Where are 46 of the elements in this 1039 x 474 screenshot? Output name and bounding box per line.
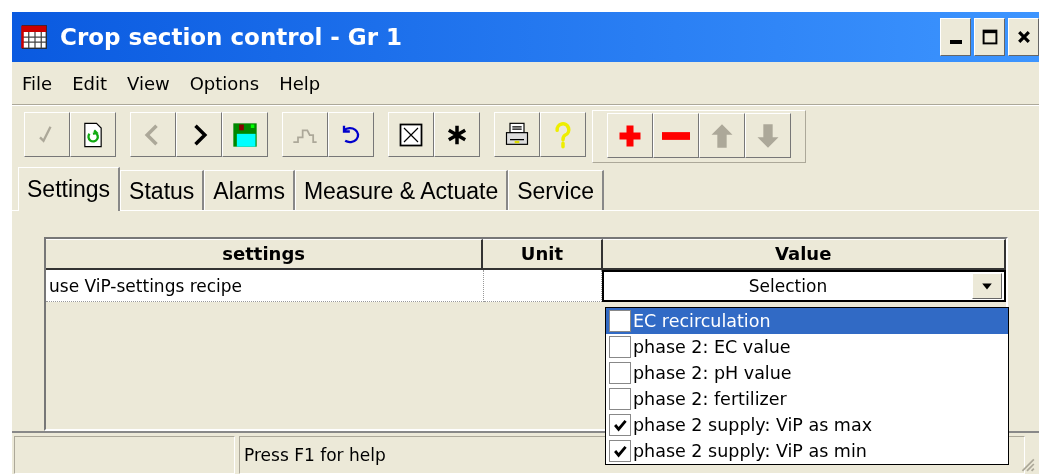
check-icon xyxy=(613,418,627,432)
menu-item[interactable]: Edit xyxy=(72,72,107,94)
checkbox[interactable] xyxy=(609,362,631,384)
table-cell: use ViP-settings recipe xyxy=(46,270,484,302)
dropdown-option[interactable]: phase 2: pH value xyxy=(606,360,1008,386)
checkbox[interactable] xyxy=(609,414,631,436)
printer-button[interactable] xyxy=(494,112,540,157)
dropdown-option[interactable]: phase 2: EC value xyxy=(606,334,1008,360)
maximize-button[interactable] xyxy=(974,18,1005,56)
tab[interactable]: Service xyxy=(508,170,604,210)
tab[interactable]: Settings xyxy=(18,167,121,211)
tab[interactable]: Status xyxy=(120,170,205,210)
close-button[interactable] xyxy=(1008,18,1039,56)
dropdown-option[interactable]: EC recirculation xyxy=(606,308,1008,334)
menu-item[interactable]: Options xyxy=(189,72,260,94)
plus-button[interactable] xyxy=(607,113,653,158)
menu-item[interactable]: File xyxy=(22,72,53,94)
dropdown-option[interactable]: phase 2 supply: ViP as max xyxy=(606,412,1008,438)
checkbox[interactable] xyxy=(609,440,631,462)
checkbox[interactable] xyxy=(609,388,631,410)
tab[interactable]: Measure & Actuate xyxy=(294,170,509,210)
menu-item[interactable]: Help xyxy=(279,72,321,94)
dropdown-option[interactable]: phase 2: fertilizer xyxy=(606,386,1008,412)
dropdown-option[interactable]: phase 2 supply: ViP as min xyxy=(606,438,1008,464)
question-button[interactable] xyxy=(540,112,586,157)
undo-button[interactable] xyxy=(328,112,374,157)
resize-grip[interactable] xyxy=(1019,456,1035,472)
maximize-icon xyxy=(981,29,998,45)
checkbox[interactable] xyxy=(609,336,631,358)
close-icon xyxy=(1015,29,1032,45)
minimize-icon xyxy=(949,40,962,44)
calendar-icon xyxy=(20,22,50,52)
right-arrow-button[interactable] xyxy=(176,112,222,157)
asterisk-button[interactable] xyxy=(434,112,480,157)
disk-button[interactable] xyxy=(222,112,268,157)
cross-box-button[interactable] xyxy=(388,112,434,157)
minus-button[interactable] xyxy=(653,113,699,158)
document-refresh-button[interactable] xyxy=(70,112,116,157)
checkbox[interactable] xyxy=(609,310,631,332)
minimize-button[interactable] xyxy=(940,18,971,56)
menu-item[interactable]: View xyxy=(127,72,170,94)
tab[interactable]: Alarms xyxy=(204,170,295,210)
check-icon xyxy=(613,444,627,458)
window-title: Crop section control - Gr 1 xyxy=(60,24,403,50)
minus-icon xyxy=(662,131,690,140)
value-dropdown[interactable]: Selection xyxy=(602,270,1006,302)
